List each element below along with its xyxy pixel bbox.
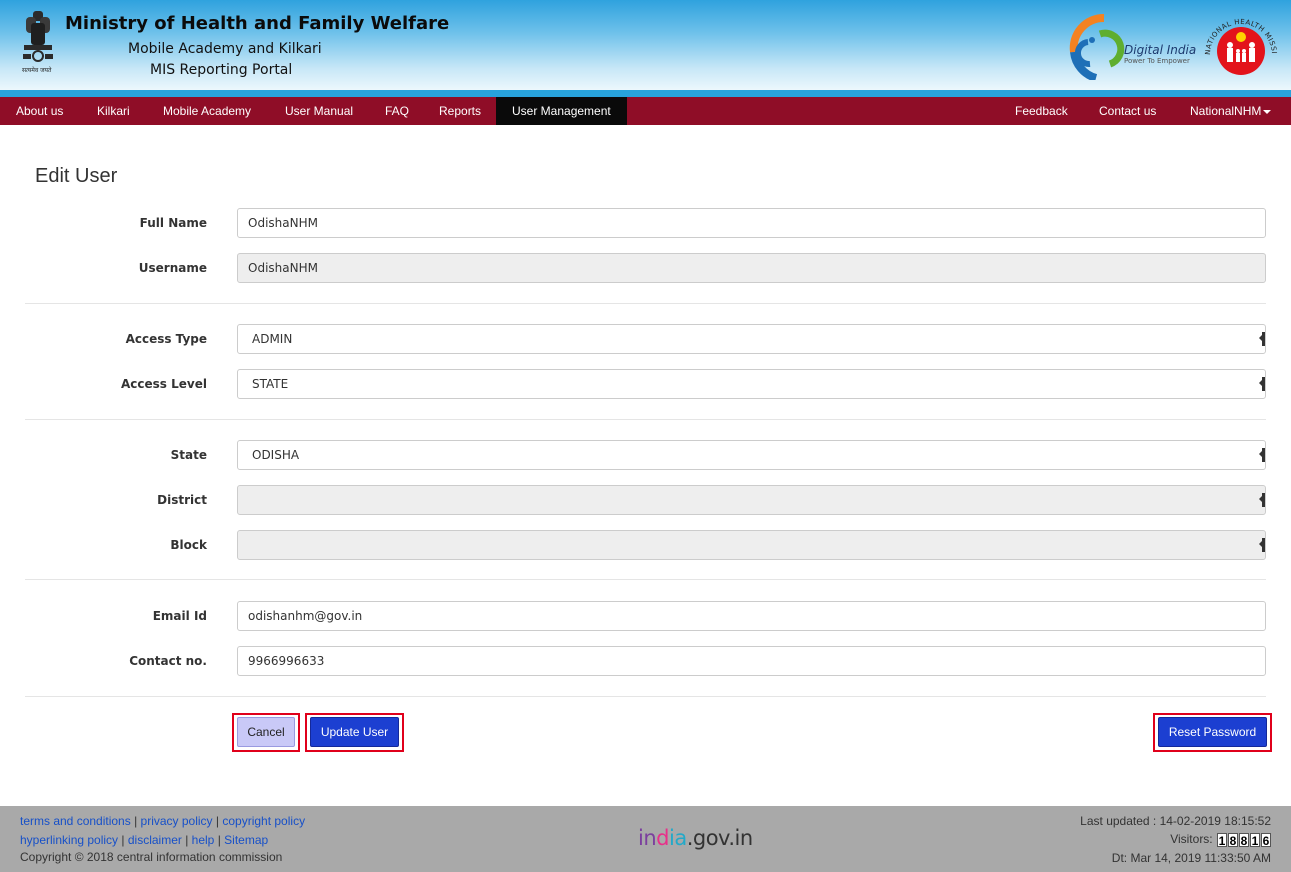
select-arrow-icon — [1259, 448, 1265, 462]
email-input[interactable]: odishanhm@gov.in — [237, 601, 1266, 631]
access-type-value: ADMIN — [252, 332, 293, 346]
select-arrow-icon — [1259, 377, 1265, 391]
emblem-caption: सत्यमेव जयते — [22, 67, 52, 74]
username-input: OdishaNHM — [237, 253, 1266, 283]
nav-user-management[interactable]: User Management — [496, 97, 627, 125]
footer-link-sitemap[interactable]: Sitemap — [224, 833, 268, 847]
nav-user-name: NationalNHM — [1190, 104, 1262, 118]
footer-link-help[interactable]: help — [192, 833, 215, 847]
email-label: Email Id — [152, 609, 207, 623]
full-name-label: Full Name — [139, 216, 207, 230]
cancel-button[interactable]: Cancel — [237, 717, 295, 747]
block-label: Block — [170, 538, 207, 552]
divider — [25, 579, 1266, 580]
state-label: State — [170, 448, 207, 462]
caret-down-icon — [1263, 109, 1272, 114]
counter-digit: 6 — [1261, 832, 1271, 848]
counter-digit: 1 — [1250, 832, 1260, 848]
counter-digit: 1 — [1217, 832, 1227, 848]
digital-india-name: Digital India — [1124, 43, 1197, 57]
contact-label: Contact no. — [129, 654, 207, 668]
footer-link-privacy[interactable]: privacy policy — [141, 814, 213, 828]
india-gov-logo[interactable]: india.gov.in — [638, 826, 753, 850]
visitors-label: Visitors: — [1170, 832, 1213, 846]
digital-india-tagline: Power To Empower — [1124, 57, 1190, 65]
state-value: ODISHA — [252, 448, 300, 462]
india-logo-part-3: ia — [669, 826, 687, 850]
footer-links-row-1: terms and conditions | privacy policy | … — [20, 814, 306, 828]
nhm-logo-icon: NATIONAL HEALTH MISSION — [1202, 15, 1278, 75]
nav-about-us[interactable]: About us — [0, 97, 79, 125]
full-name-input[interactable]: OdishaNHM — [237, 208, 1266, 238]
nav-contact-us[interactable]: Contact us — [1083, 97, 1172, 125]
counter-digit: 8 — [1228, 832, 1238, 848]
access-type-select[interactable]: ADMIN — [237, 324, 1266, 354]
nav-mobile-academy[interactable]: Mobile Academy — [147, 97, 267, 125]
nav-feedback[interactable]: Feedback — [999, 97, 1084, 125]
portal-subtitle-2: MIS Reporting Portal — [150, 62, 293, 78]
site-footer: terms and conditions | privacy policy | … — [0, 806, 1291, 872]
access-level-select[interactable]: STATE — [237, 369, 1266, 399]
select-arrow-icon — [1259, 538, 1265, 552]
counter-digit: 8 — [1239, 832, 1249, 848]
select-arrow-icon — [1259, 493, 1265, 507]
nav-reports[interactable]: Reports — [423, 97, 497, 125]
footer-link-copyright[interactable]: copyright policy — [222, 814, 305, 828]
header-strip — [0, 90, 1291, 97]
access-level-value: STATE — [252, 377, 289, 391]
nav-kilkari[interactable]: Kilkari — [81, 97, 146, 125]
footer-link-terms[interactable]: terms and conditions — [20, 814, 131, 828]
district-select — [237, 485, 1266, 515]
username-label: Username — [138, 261, 207, 275]
portal-subtitle-1: Mobile Academy and Kilkari — [128, 41, 322, 57]
footer-link-hyperlinking[interactable]: hyperlinking policy — [20, 833, 118, 847]
site-header: सत्यमेव जयते Ministry of Health and Fami… — [0, 0, 1291, 91]
last-updated: Last updated : 14-02-2019 18:15:52 — [1080, 814, 1271, 828]
footer-link-disclaimer[interactable]: disclaimer — [128, 833, 182, 847]
update-user-button[interactable]: Update User — [310, 717, 399, 747]
district-label: District — [157, 493, 207, 507]
nav-user-manual[interactable]: User Manual — [269, 97, 369, 125]
nav-user-dropdown[interactable]: NationalNHM — [1174, 97, 1287, 125]
contact-input[interactable]: 9966996633 — [237, 646, 1266, 676]
select-arrow-icon — [1259, 332, 1265, 346]
reset-password-button[interactable]: Reset Password — [1158, 717, 1267, 747]
visitor-counter: Visitors: 18816 — [1170, 832, 1271, 848]
state-select[interactable]: ODISHA — [237, 440, 1266, 470]
divider — [25, 419, 1266, 420]
block-select — [237, 530, 1266, 560]
nav-faq[interactable]: FAQ — [369, 97, 425, 125]
page-title: Edit User — [35, 165, 118, 187]
india-logo-part-2: d — [656, 826, 669, 850]
access-level-label: Access Level — [121, 377, 207, 391]
current-datetime: Dt: Mar 14, 2019 11:33:50 AM — [1111, 851, 1271, 865]
footer-links-row-2: hyperlinking policy | disclaimer | help … — [20, 833, 269, 847]
access-type-label: Access Type — [125, 332, 207, 346]
divider — [25, 696, 1266, 697]
copyright-text: Copyright © 2018 central information com… — [20, 850, 283, 864]
main-nav: About us Kilkari Mobile Academy User Man… — [0, 97, 1291, 125]
ministry-title: Ministry of Health and Family Welfare — [65, 13, 450, 34]
india-logo-part-4: .gov.in — [686, 826, 753, 850]
divider — [25, 303, 1266, 304]
india-logo-part-1: in — [638, 826, 657, 850]
